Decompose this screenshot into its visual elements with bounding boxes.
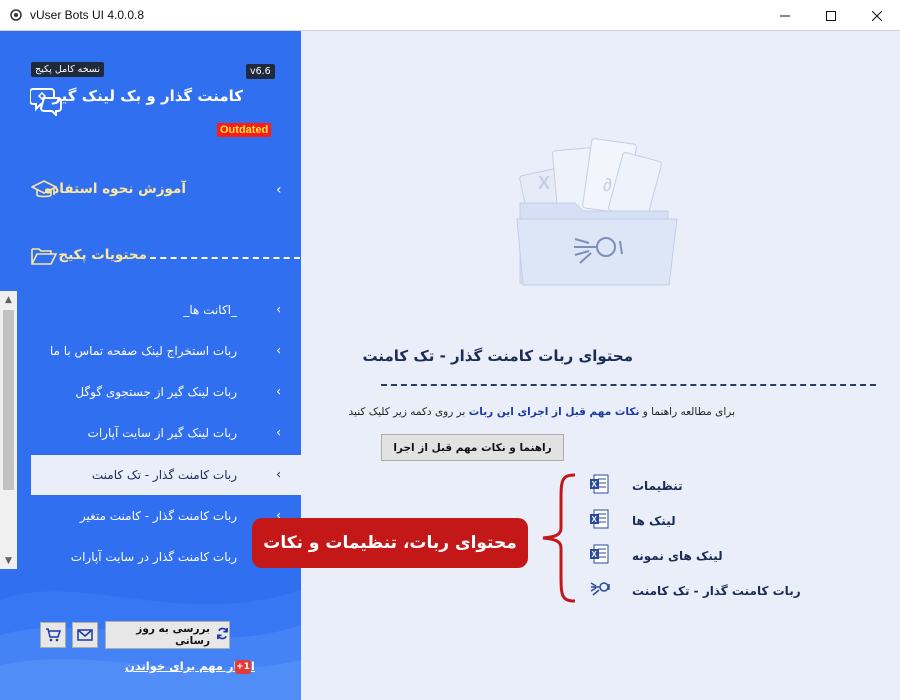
sidebar: نسخه کامل پکیج v6.6 کامنت گذار و بک لینک… [0,31,301,700]
scroll-down-icon[interactable]: ▼ [0,552,17,569]
file-item-robot[interactable]: ربات کامنت گذار - تک کامنت [582,580,801,602]
section-divider [150,257,300,259]
description-suffix: بر روی دکمه زیر کلیک کنید [348,406,466,418]
excel-icon: X [590,474,610,498]
tutorial-link[interactable]: آموزش نحوه استفاده ‹ [0,176,301,204]
chevron-icon: ‹ [276,343,282,359]
graduation-cap-icon [30,179,58,205]
package-contents-label: محتویات پکیج [58,247,147,263]
refresh-icon [216,627,229,643]
file-item-links[interactable]: X لینک ها [582,509,676,533]
outdated-badge: Outdated [217,123,272,137]
description: برای مطالعه راهنما و نکات مهم قبل از اجر… [349,406,735,418]
menu-item-label: _اکانت ها_ [183,303,237,317]
title-bar: vUser Bots UI 4.0.0.8 [0,0,900,31]
maximize-button[interactable] [808,0,854,31]
news-count-badge: +1 [235,660,251,674]
check-update-button[interactable]: بررسی به روز رسانی [105,621,230,649]
excel-icon: X [590,544,610,568]
content-title: محتوای ربات کامنت گذار - تک کامنت [362,347,634,365]
guide-button[interactable]: راهنما و نکات مهم قبل از اجرا [381,434,564,461]
close-button[interactable] [854,0,900,31]
file-label: لینک های نمونه [632,549,723,563]
main-content: X ∂ محتوای ربات کامنت گذار - تک کامنت بر… [301,31,900,700]
menu-item-google-link-grabber[interactable]: ربات لینک گیر از جستجوی گوگل ‹ [31,372,301,412]
menu-item-label: ربات کامنت گذار - کامنت متغیر [79,509,237,523]
chevron-icon: ‹ [276,467,282,483]
title-divider [381,384,876,386]
contents-callout: محتوای ربات، تنظیمات و نکات [252,518,528,568]
file-item-settings[interactable]: X تنظیمات [582,474,683,498]
chevron-icon: ‹ [276,425,282,441]
curly-brace-decoration [542,473,576,603]
menu-item-single-commenter[interactable]: ربات کامنت گذار - تک کامنت ‹ [31,455,301,495]
file-label: ربات کامنت گذار - تک کامنت [632,584,801,598]
svg-text:∂: ∂ [603,175,612,195]
excel-icon: X [590,509,610,533]
chevron-icon: ‹ [276,182,282,198]
version-badge: v6.6 [246,64,275,79]
menu-item-label: ربات استخراج لینک صفحه تماس با ما [49,344,237,358]
menu-item-label: ربات لینک گیر از سایت آپارات [87,426,237,440]
tutorial-label: آموزش نحوه استفاده [44,181,186,197]
window-title: vUser Bots UI 4.0.0.8 [30,8,145,22]
email-button[interactable] [72,622,98,648]
scrollbar-thumb[interactable] [3,310,14,490]
file-item-sample-links[interactable]: X لینک های نمونه [582,544,723,568]
cart-icon [46,628,61,642]
app-name: کامنت گذار و بک لینک گیر [52,87,243,105]
description-prefix: برای مطالعه راهنما و [642,406,735,418]
folder-open-icon [31,246,58,270]
svg-text:X: X [592,480,598,489]
svg-text:X: X [538,173,550,193]
file-label: لینک ها [632,514,676,528]
menu-item-contact-link-extractor[interactable]: ربات استخراج لینک صفحه تماس با ما ‹ [31,331,301,371]
minimize-button[interactable] [762,0,808,31]
description-bold: نکات مهم قبل از اجرای این ربات [468,406,640,418]
folder-documents-illustration: X ∂ [515,131,685,290]
sidebar-scrollbar[interactable]: ▲ ▼ [0,291,17,569]
app-icon [8,7,24,23]
svg-text:X: X [592,515,598,524]
chevron-icon: ‹ [276,384,282,400]
robot-icon [590,580,610,602]
svg-text:X: X [592,550,598,559]
menu-item-label: ربات کامنت گذار در سایت آپارات [70,550,237,564]
file-label: تنظیمات [632,479,683,493]
chevron-icon: ‹ [276,302,282,318]
cart-button[interactable] [40,622,66,648]
email-icon [77,629,93,641]
menu-item-label: ربات کامنت گذار - تک کامنت [91,468,237,482]
menu-item-accounts[interactable]: _اکانت ها_ ‹ [31,290,301,330]
scroll-up-icon[interactable]: ▲ [0,291,17,308]
menu-item-aparat-link-grabber[interactable]: ربات لینک گیر از سایت آپارات ‹ [31,413,301,453]
package-badge: نسخه کامل پکیج [31,62,104,77]
menu-item-label: ربات لینک گیر از جستجوی گوگل [75,385,237,399]
check-update-label: بررسی به روز رسانی [136,623,210,647]
